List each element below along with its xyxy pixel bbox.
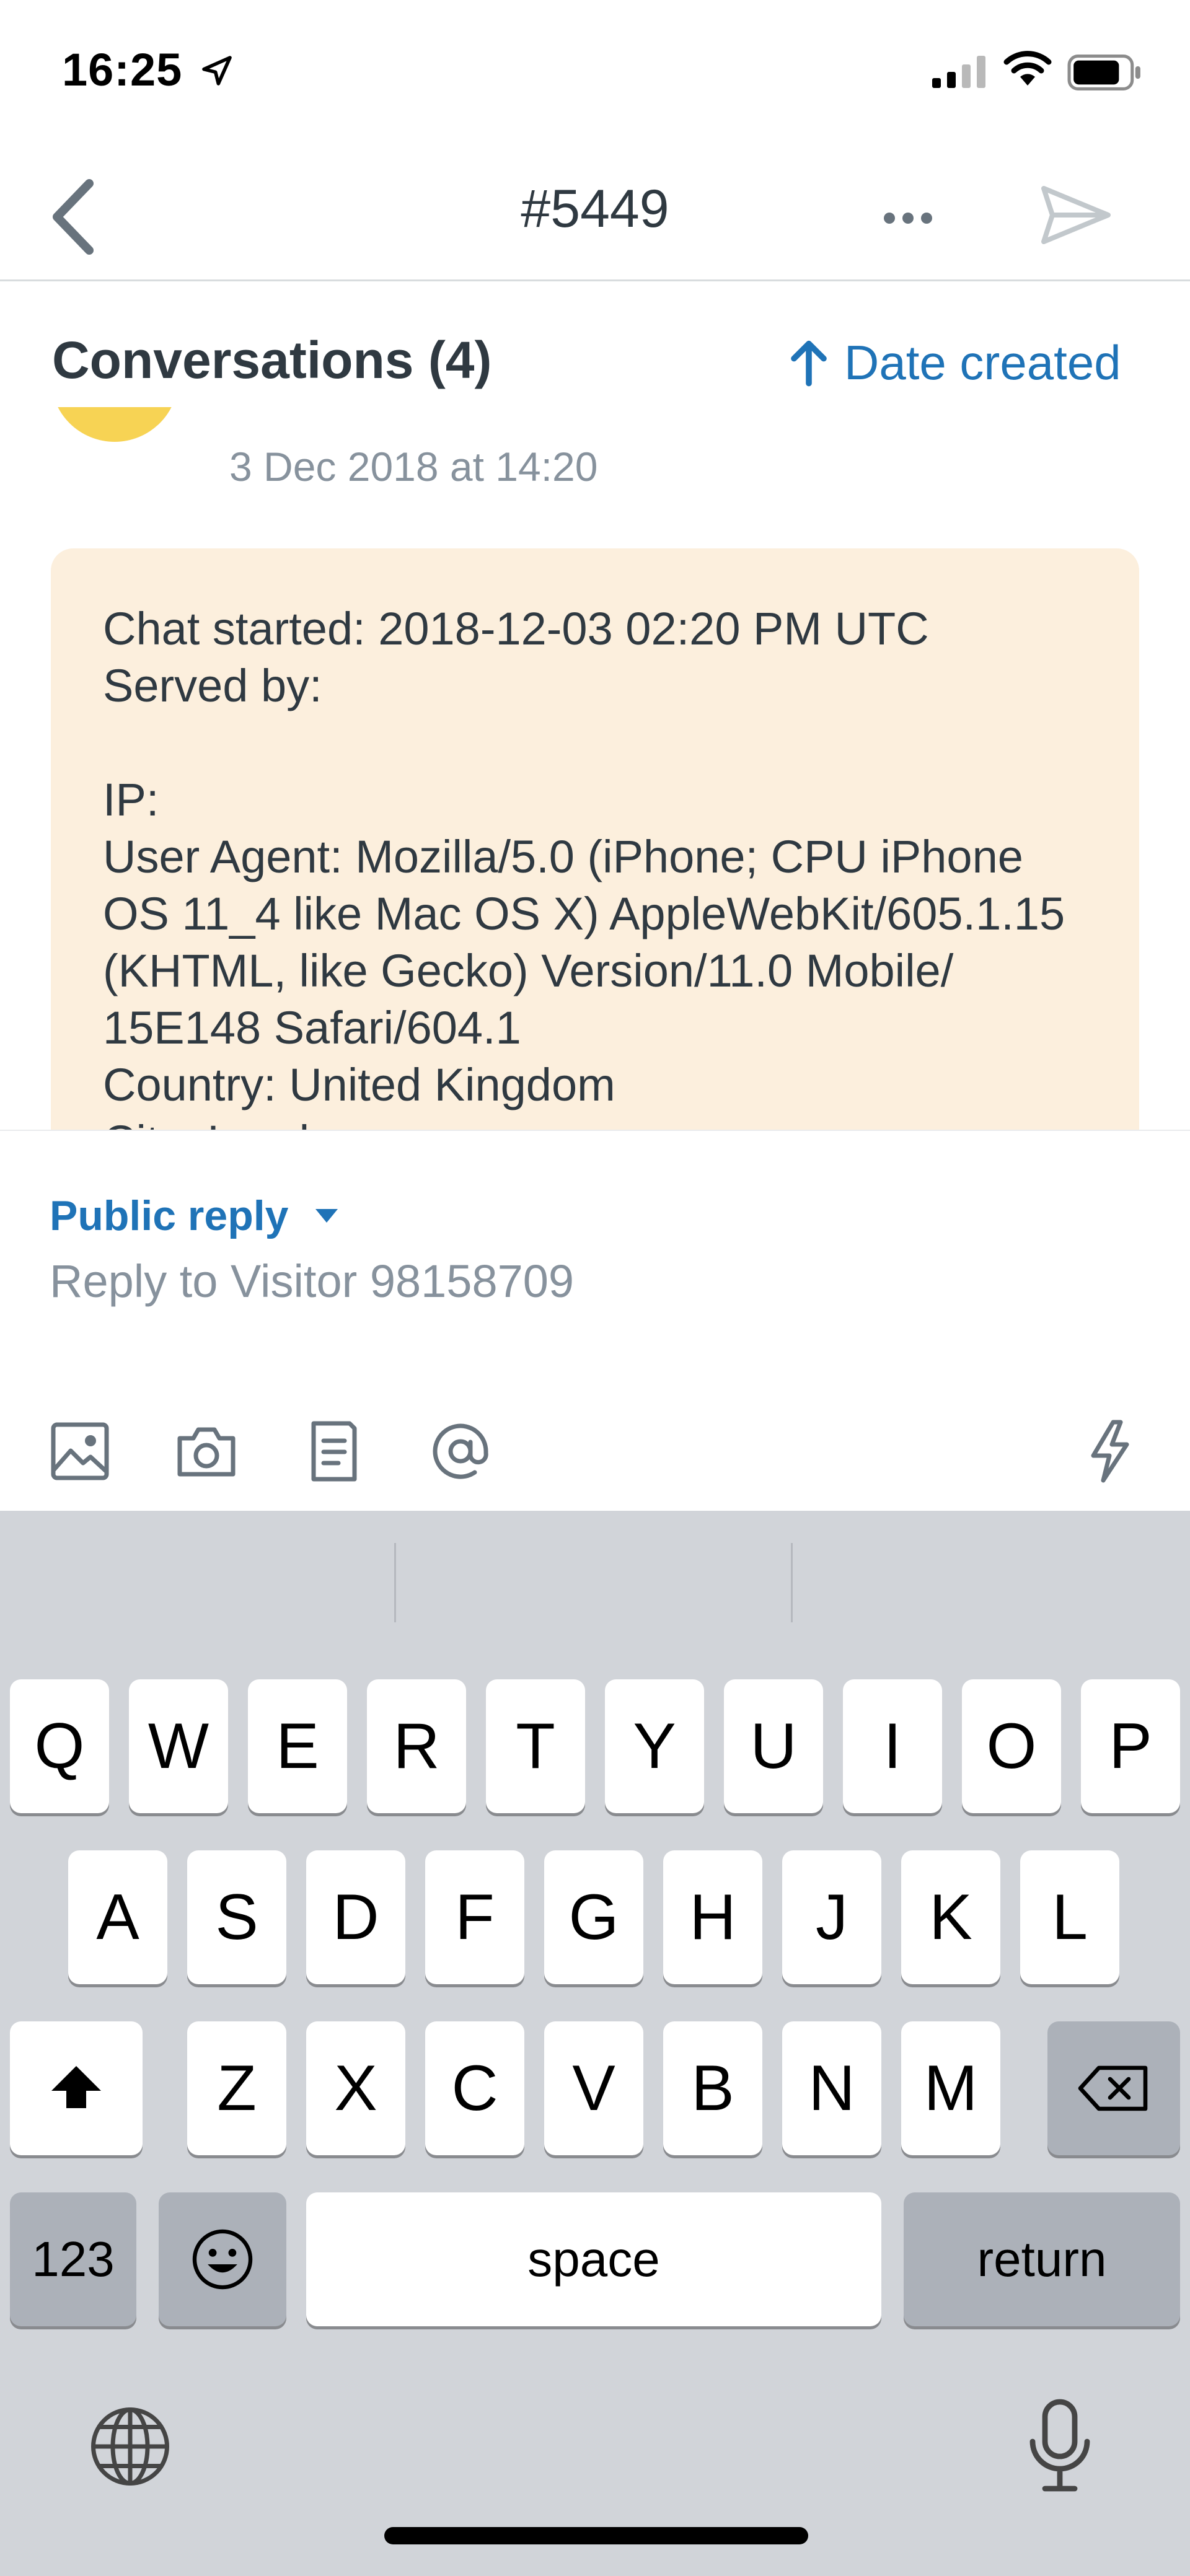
key-v[interactable]: V [544, 2021, 643, 2155]
wifi-icon [1003, 51, 1052, 86]
avatar-initial: V [100, 407, 130, 411]
location-arrow-icon [202, 56, 232, 86]
key-d[interactable]: D [306, 1850, 405, 1984]
arrow-up-icon [791, 340, 827, 387]
reply-composer: Public reply [0, 1130, 1190, 1511]
more-options-icon[interactable] [874, 187, 942, 249]
avatar: V [51, 407, 178, 442]
cellular-signal-icon [932, 56, 985, 88]
key-u[interactable]: U [724, 1679, 823, 1813]
navigation-bar: #5449 [0, 149, 1190, 281]
key-w[interactable]: W [129, 1679, 228, 1813]
article-icon[interactable] [300, 1417, 368, 1485]
message-bubble: Chat started: 2018-12-03 02:20 PM UTC Se… [51, 548, 1139, 1130]
key-j[interactable]: J [782, 1850, 881, 1984]
globe-icon[interactable] [87, 2403, 174, 2490]
shift-icon [51, 2066, 101, 2108]
battery-icon [1067, 55, 1140, 90]
key-c[interactable]: C [425, 2021, 524, 2155]
key-o[interactable]: O [962, 1679, 1061, 1813]
message-line: Country: United Kingdom [103, 1059, 615, 1110]
emoji-icon [192, 2229, 253, 2290]
microphone-icon[interactable] [1023, 2397, 1097, 2496]
keyboard: Q W E R T Y U I O P A S D F G H J K L Z … [0, 1511, 1190, 2576]
message-line: Served by: [103, 660, 322, 711]
key-x[interactable]: X [306, 2021, 405, 2155]
key-q[interactable]: Q [10, 1679, 109, 1813]
message-line [103, 714, 1087, 771]
numbers-key[interactable]: 123 [10, 2192, 136, 2326]
return-key[interactable]: return [904, 2192, 1180, 2326]
suggestion-divider [791, 1543, 793, 1622]
camera-icon[interactable] [172, 1417, 240, 1485]
key-r[interactable]: R [367, 1679, 466, 1813]
message-line: City: London [103, 1114, 1087, 1130]
key-t[interactable]: T [486, 1679, 585, 1813]
emoji-key[interactable] [159, 2192, 286, 2326]
conversations-header: Conversations (4) Date created [0, 283, 1190, 407]
home-indicator [384, 2527, 808, 2544]
key-k[interactable]: K [901, 1850, 1000, 1984]
suggestion-divider [394, 1543, 396, 1622]
send-icon[interactable] [1035, 175, 1116, 255]
space-key[interactable]: space [306, 2192, 881, 2326]
key-e[interactable]: E [248, 1679, 347, 1813]
message-timestamp: 3 Dec 2018 at 14:20 [229, 444, 598, 490]
key-b[interactable]: B [663, 2021, 762, 2155]
key-m[interactable]: M [901, 2021, 1000, 2155]
sort-label: Date created [844, 335, 1121, 390]
key-z[interactable]: Z [187, 2021, 286, 2155]
key-i[interactable]: I [843, 1679, 942, 1813]
mention-icon[interactable] [426, 1417, 495, 1485]
conversations-title: Conversations (4) [52, 331, 492, 389]
conversation-list[interactable]: V 3 Dec 2018 at 14:20 Chat started: 2018… [0, 407, 1190, 1130]
sort-by-date-button[interactable]: Date created [787, 332, 1121, 393]
key-g[interactable]: G [544, 1850, 643, 1984]
image-icon[interactable] [46, 1417, 114, 1485]
reply-input[interactable] [50, 1255, 1103, 1308]
key-s[interactable]: S [187, 1850, 286, 1984]
key-f[interactable]: F [425, 1850, 524, 1984]
message-line: OS 11_4 like Mac OS X) AppleWebKit/605.1… [103, 888, 1065, 939]
message-line: 15E148 Safari/604.1 [103, 1002, 521, 1053]
caret-down-icon [315, 1209, 338, 1223]
status-time: 16:25 [62, 44, 183, 95]
delete-key[interactable] [1047, 2021, 1180, 2155]
shift-key[interactable] [10, 2021, 143, 2155]
message-line: User Agent: Mozilla/5.0 (iPhone; CPU iPh… [103, 831, 1023, 882]
backspace-icon [1078, 2065, 1148, 2111]
key-l[interactable]: L [1020, 1850, 1119, 1984]
reply-type-label: Public reply [50, 1192, 289, 1239]
message-line: Chat started: 2018-12-03 02:20 PM UTC [103, 603, 929, 654]
key-n[interactable]: N [782, 2021, 881, 2155]
ticket-title: #5449 [521, 179, 669, 239]
reply-type-dropdown[interactable]: Public reply [50, 1192, 340, 1240]
key-y[interactable]: Y [605, 1679, 704, 1813]
message-line: IP: [103, 774, 159, 825]
status-bar: 16:25 [0, 0, 1190, 149]
lightning-bolt-icon[interactable] [1076, 1417, 1144, 1485]
key-h[interactable]: H [663, 1850, 762, 1984]
message-line: (KHTML, like Gecko) Version/11.0 Mobile/ [103, 945, 954, 996]
key-p[interactable]: P [1081, 1679, 1180, 1813]
key-a[interactable]: A [68, 1850, 167, 1984]
